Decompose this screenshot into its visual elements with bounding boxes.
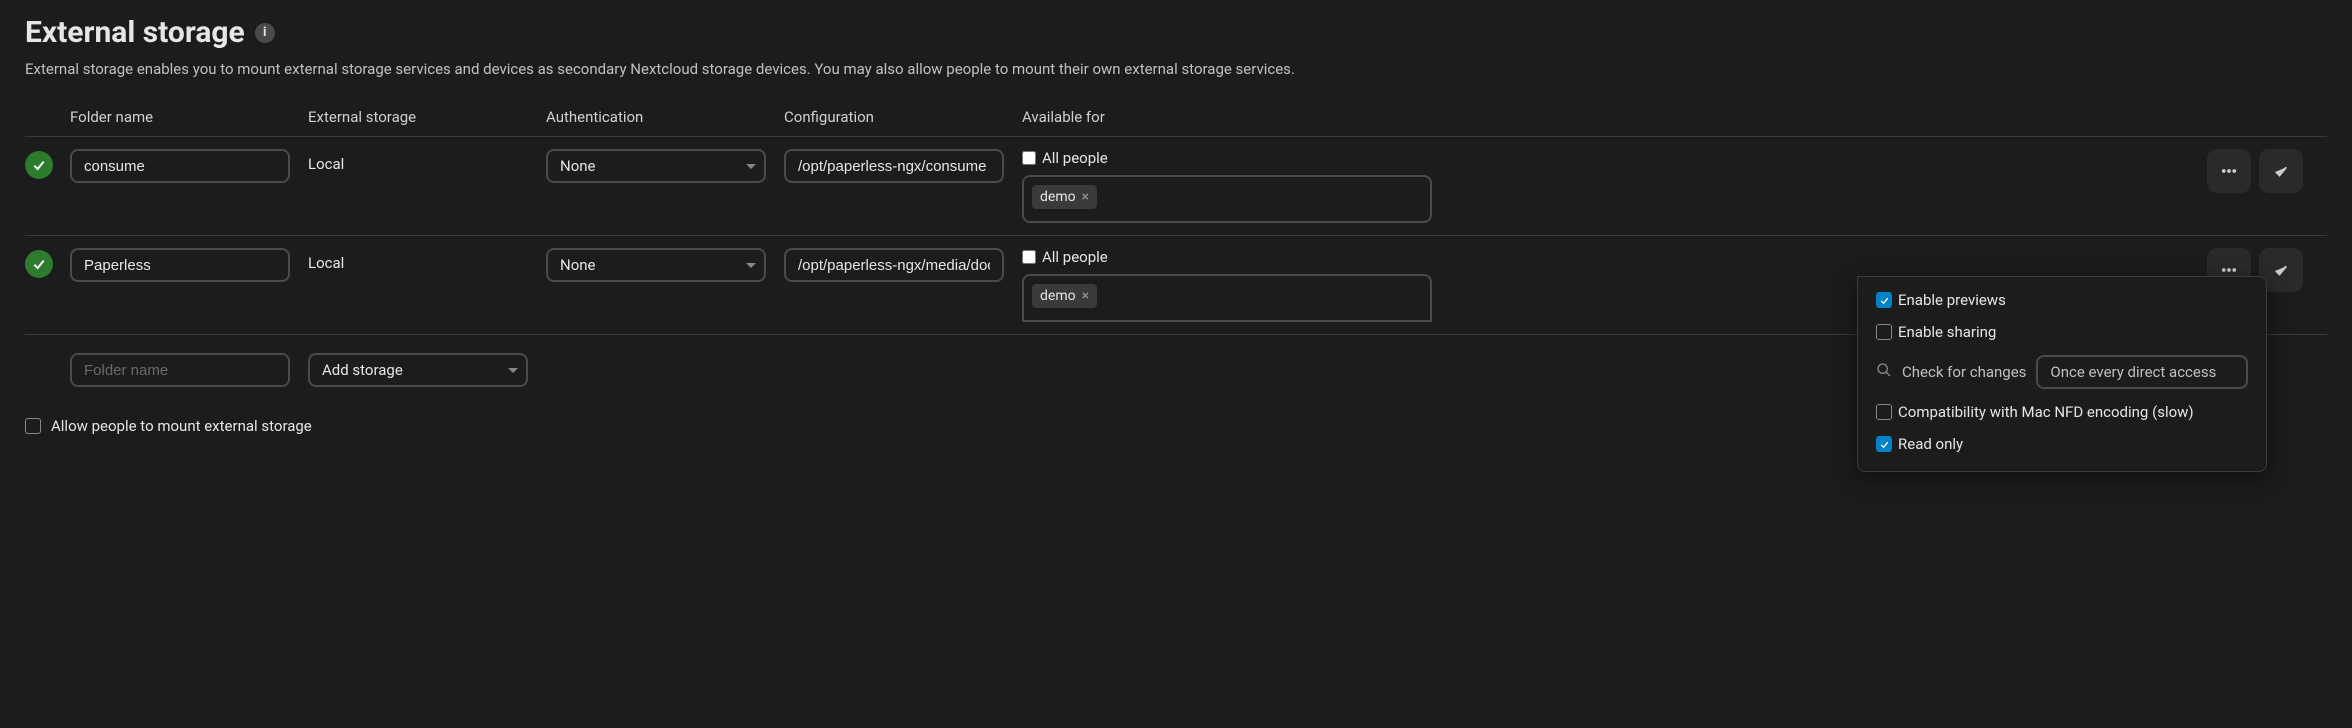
enable-previews-checkbox[interactable] bbox=[1876, 292, 1892, 308]
available-for-tags[interactable]: demo × bbox=[1022, 175, 1432, 223]
col-header-auth: Authentication bbox=[546, 108, 784, 126]
storage-type: Local bbox=[308, 149, 546, 173]
allow-people-checkbox[interactable] bbox=[25, 418, 41, 434]
status-ok-icon bbox=[25, 250, 53, 278]
col-header-avail: Available for bbox=[1022, 108, 2207, 126]
info-icon[interactable]: i bbox=[255, 23, 275, 43]
storage-row: Local None All people demo × bbox=[25, 236, 2327, 335]
table-header: Folder name External storage Authenticat… bbox=[25, 98, 2327, 137]
all-people-label: All people bbox=[1042, 149, 1108, 167]
available-for-tags[interactable]: demo × bbox=[1022, 274, 1432, 322]
auth-select[interactable]: None bbox=[546, 248, 766, 282]
more-options-button[interactable] bbox=[2207, 149, 2251, 193]
mac-compat-label: Compatibility with Mac NFD encoding (slo… bbox=[1898, 403, 2194, 421]
col-header-folder: Folder name bbox=[70, 108, 308, 126]
remove-tag-icon[interactable]: × bbox=[1082, 190, 1089, 204]
check-changes-label: Check for changes bbox=[1902, 363, 2026, 381]
storage-row: Local None All people demo × bbox=[25, 137, 2327, 236]
status-ok-icon bbox=[25, 151, 53, 179]
search-icon bbox=[1876, 362, 1892, 382]
new-folder-name-input[interactable] bbox=[70, 353, 290, 387]
page-title: External storage bbox=[25, 15, 245, 50]
col-header-config: Configuration bbox=[784, 108, 1022, 126]
allow-people-label: Allow people to mount external storage bbox=[51, 417, 312, 435]
folder-name-input[interactable] bbox=[70, 248, 290, 282]
page-description: External storage enables you to mount ex… bbox=[25, 60, 2327, 78]
enable-previews-label: Enable previews bbox=[1898, 291, 2006, 309]
config-input[interactable] bbox=[784, 248, 1004, 282]
chevron-down-icon bbox=[746, 263, 756, 268]
readonly-checkbox[interactable] bbox=[1876, 436, 1892, 452]
all-people-label: All people bbox=[1042, 248, 1108, 266]
user-tag: demo × bbox=[1032, 185, 1097, 209]
mac-compat-checkbox[interactable] bbox=[1876, 404, 1892, 420]
options-popup: Enable previews Enable sharing Check for… bbox=[1857, 276, 2267, 472]
enable-sharing-label: Enable sharing bbox=[1898, 323, 1996, 341]
enable-sharing-checkbox[interactable] bbox=[1876, 324, 1892, 340]
col-header-storage: External storage bbox=[308, 108, 546, 126]
auth-select[interactable]: None bbox=[546, 149, 766, 183]
folder-name-input[interactable] bbox=[70, 149, 290, 183]
all-people-checkbox[interactable] bbox=[1022, 250, 1036, 264]
save-button[interactable] bbox=[2259, 149, 2303, 193]
storage-type: Local bbox=[308, 248, 546, 272]
auth-value: None bbox=[560, 256, 596, 274]
add-storage-select[interactable]: Add storage bbox=[308, 353, 528, 387]
user-tag: demo × bbox=[1032, 284, 1097, 308]
page-header: External storage i bbox=[25, 15, 2327, 50]
chevron-down-icon bbox=[508, 368, 518, 373]
check-frequency-select[interactable]: Once every direct access bbox=[2036, 355, 2248, 389]
remove-tag-icon[interactable]: × bbox=[1082, 289, 1089, 303]
all-people-checkbox[interactable] bbox=[1022, 151, 1036, 165]
readonly-label: Read only bbox=[1898, 435, 1963, 453]
auth-value: None bbox=[560, 157, 596, 175]
config-input[interactable] bbox=[784, 149, 1004, 183]
chevron-down-icon bbox=[746, 164, 756, 169]
